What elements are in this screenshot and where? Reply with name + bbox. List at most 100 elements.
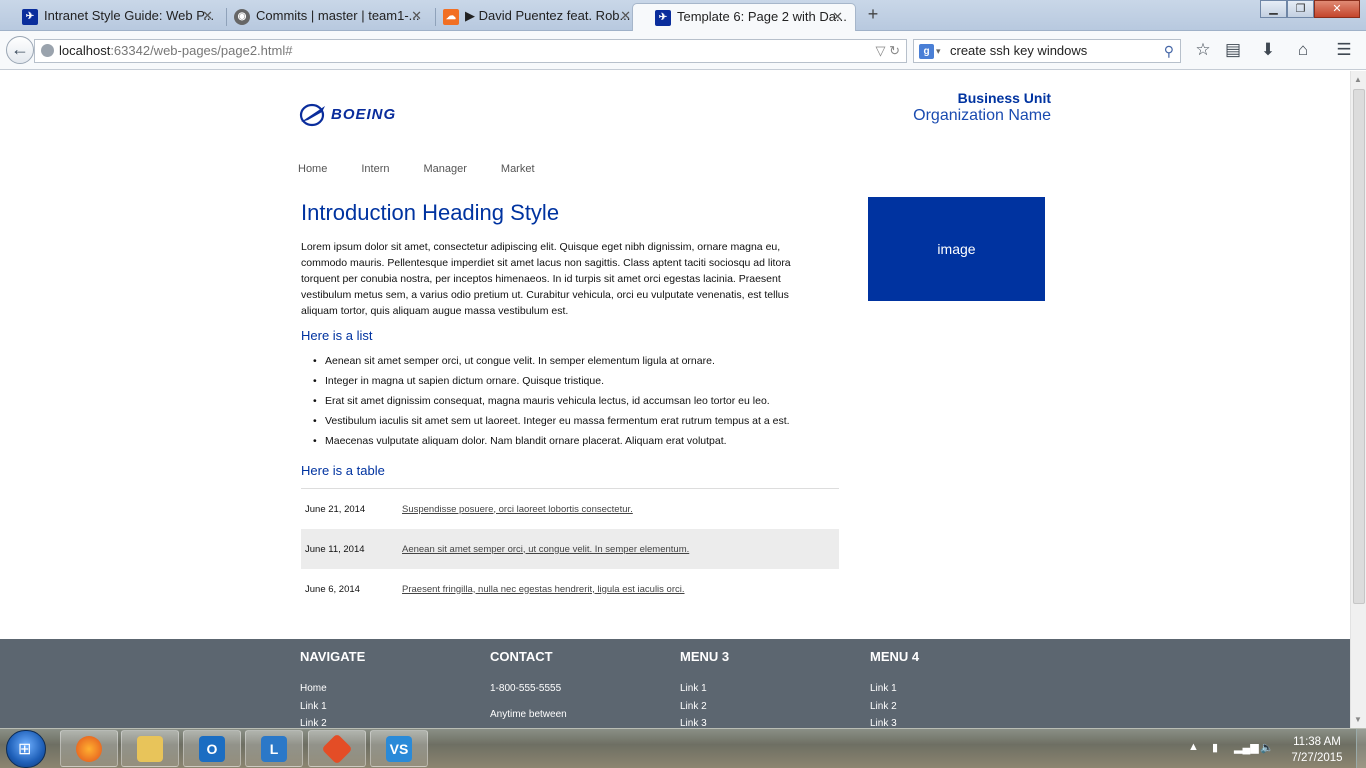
vertical-scrollbar[interactable]: ▲ ▼ xyxy=(1350,71,1366,728)
boeing-icon: ✈ xyxy=(655,10,671,26)
footer-link[interactable]: Link 2 xyxy=(300,718,365,728)
search-engine-dropdown-icon[interactable]: ▾ xyxy=(936,40,941,62)
footer-link[interactable]: Link 1 xyxy=(680,683,729,701)
network-signal-icon[interactable]: ▂▄▆ xyxy=(1234,741,1259,754)
table-row: June 6, 2014 Praesent fringilla, nulla n… xyxy=(301,569,839,609)
taskbar-clock[interactable]: 11:38 AM 7/27/2015 xyxy=(1285,734,1349,766)
table-link[interactable]: Aenean sit amet semper orci, ut congue v… xyxy=(402,544,689,555)
list-item: Erat sit amet dignissim consequat, magna… xyxy=(313,393,790,413)
reload-icon[interactable]: ↻ xyxy=(889,43,900,58)
table-row: June 21, 2014 Suspendisse posuere, orci … xyxy=(301,489,839,529)
visual-studio-icon: VS xyxy=(386,735,412,762)
url-path: :63342/web-pages/page2.html# xyxy=(110,43,293,58)
maximize-button[interactable]: ❐ xyxy=(1287,0,1314,18)
table-link[interactable]: Praesent fringilla, nulla nec egestas he… xyxy=(402,584,685,595)
bullet-list: Aenean sit amet semper orci, ut congue v… xyxy=(313,353,790,453)
back-button[interactable]: ← xyxy=(6,36,34,64)
list-item: Aenean sit amet semper orci, ut congue v… xyxy=(313,353,790,373)
list-heading: Here is a list xyxy=(301,328,373,343)
taskbar-app-outlook[interactable]: O xyxy=(183,730,241,767)
page-footer: NAVIGATE Home Link 1 Link 2 CONTACT 1-80… xyxy=(0,639,1350,728)
taskbar-app-visual-studio[interactable]: VS xyxy=(370,730,428,767)
git-icon xyxy=(321,732,353,765)
scrollbar-thumb[interactable] xyxy=(1353,89,1365,604)
search-input[interactable]: create ssh key windows xyxy=(950,43,1087,58)
footer-column-menu-3: MENU 3 Link 1 Link 2 Link 3 xyxy=(680,649,729,728)
footer-text: Anytime between xyxy=(490,709,567,720)
taskbar-app-git[interactable] xyxy=(308,730,366,767)
browser-tab[interactable]: ◉ Commits | master | team1-... ✕ xyxy=(212,3,434,31)
footer-link[interactable]: Link 1 xyxy=(870,683,919,701)
footer-link[interactable]: Link 1 xyxy=(300,701,365,719)
list-item: Vestibulum iaculis sit amet sem ut laore… xyxy=(313,413,790,433)
image-placeholder: image xyxy=(868,197,1045,301)
volume-icon[interactable]: 🔈 xyxy=(1260,741,1274,754)
screen: { "browser": { "tabs": [ {"title": "Intr… xyxy=(0,0,1366,768)
globe-icon xyxy=(41,44,54,57)
scroll-up-arrow-icon[interactable]: ▲ xyxy=(1354,75,1362,84)
clock-time: 11:38 AM xyxy=(1293,736,1341,748)
bookmark-star-icon[interactable]: ☆ xyxy=(1192,39,1214,61)
list-item: Integer in magna ut sapien dictum ornare… xyxy=(313,373,790,393)
close-window-button[interactable]: ✕ xyxy=(1314,0,1360,18)
reading-list-icon[interactable]: ▤ xyxy=(1222,39,1244,61)
taskbar-app-explorer[interactable] xyxy=(121,730,179,767)
footer-heading: MENU 4 xyxy=(870,649,920,664)
boeing-icon: ✈ xyxy=(22,9,38,25)
footer-link[interactable]: Link 2 xyxy=(870,701,919,719)
nav-manager[interactable]: Manager xyxy=(423,163,466,175)
footer-link[interactable]: Link 3 xyxy=(680,718,729,728)
boeing-logo[interactable]: BOEING xyxy=(298,99,418,129)
lync-icon: L xyxy=(261,735,287,762)
footer-link[interactable]: Home xyxy=(300,683,365,701)
browser-tab[interactable]: ☁ ▶ David Puentez feat. Rob... ✕ xyxy=(421,3,643,31)
intro-heading: Introduction Heading Style xyxy=(301,200,560,225)
menu-icon[interactable]: ☰ xyxy=(1333,39,1355,61)
footer-column-contact: CONTACT 1-800-555-5555 Anytime between xyxy=(490,649,567,727)
start-button[interactable]: ⊞ xyxy=(6,730,46,768)
search-icon[interactable]: ⚲ xyxy=(1164,40,1174,62)
table-link[interactable]: Suspendisse posuere, orci laoreet lobort… xyxy=(402,504,633,515)
footer-link[interactable]: Link 2 xyxy=(680,701,729,719)
address-bar[interactable]: localhost:63342/web-pages/page2.html# ▽ … xyxy=(34,39,907,63)
browser-tab[interactable]: ✈ Intranet Style Guide: Web P... ✕ xyxy=(0,3,225,31)
page-viewport: BOEING Business Unit Organization Name H… xyxy=(0,71,1350,728)
close-tab-icon[interactable]: ✕ xyxy=(832,4,843,30)
data-table: June 21, 2014 Suspendisse posuere, orci … xyxy=(301,488,839,609)
nav-market[interactable]: Market xyxy=(501,163,535,175)
google-icon[interactable]: g xyxy=(919,44,934,59)
close-tab-icon[interactable]: ✕ xyxy=(620,3,631,29)
footer-heading: NAVIGATE xyxy=(300,649,366,664)
main-nav: Home Intern Manager Market xyxy=(298,163,569,175)
new-tab-button[interactable]: + xyxy=(864,4,882,25)
taskbar-app-lync[interactable]: L xyxy=(245,730,303,767)
nav-home[interactable]: Home xyxy=(298,163,327,175)
browser-tab-active[interactable]: ✈ Template 6: Page 2 with Da... ✕ xyxy=(632,3,856,31)
scroll-down-arrow-icon[interactable]: ▼ xyxy=(1354,715,1362,724)
search-bar[interactable]: g ▾ create ssh key windows ⚲ xyxy=(913,39,1181,63)
logo-wordmark: BOEING xyxy=(331,105,397,123)
organization-name: Organization Name xyxy=(913,107,1051,124)
footer-link[interactable]: Link 3 xyxy=(870,718,919,728)
table-date: June 21, 2014 xyxy=(305,503,366,515)
table-heading: Here is a table xyxy=(301,463,385,478)
footer-heading: MENU 3 xyxy=(680,649,730,664)
tab-title: Template 6: Page 2 with Da... xyxy=(677,9,847,24)
home-icon[interactable]: ⌂ xyxy=(1292,39,1314,61)
battery-icon[interactable]: ▮ xyxy=(1212,741,1218,754)
tab-title: ▶ David Puentez feat. Rob... xyxy=(465,8,631,23)
taskbar-app-firefox[interactable] xyxy=(60,730,118,767)
show-desktop-button[interactable] xyxy=(1356,729,1366,768)
boeing-logo-icon xyxy=(299,103,325,127)
window-controls: ▁ ❐ ✕ xyxy=(1260,0,1360,18)
minimize-button[interactable]: ▁ xyxy=(1260,0,1287,18)
windows-taskbar: ⊞ O L VS ▲ ▮ ▂▄▆ 🔈 11:38 AM 7/27/2015 xyxy=(0,728,1366,768)
nav-intern[interactable]: Intern xyxy=(361,163,389,175)
windows-logo-icon: ⊞ xyxy=(18,741,32,758)
firefox-icon xyxy=(76,735,102,762)
download-icon[interactable]: ⬇ xyxy=(1257,39,1279,61)
footer-heading: CONTACT xyxy=(490,649,553,664)
clock-date: 7/27/2015 xyxy=(1291,752,1343,764)
dropdown-arrow-icon[interactable]: ▽ xyxy=(875,43,885,58)
tray-expand-icon[interactable]: ▲ xyxy=(1188,741,1199,753)
